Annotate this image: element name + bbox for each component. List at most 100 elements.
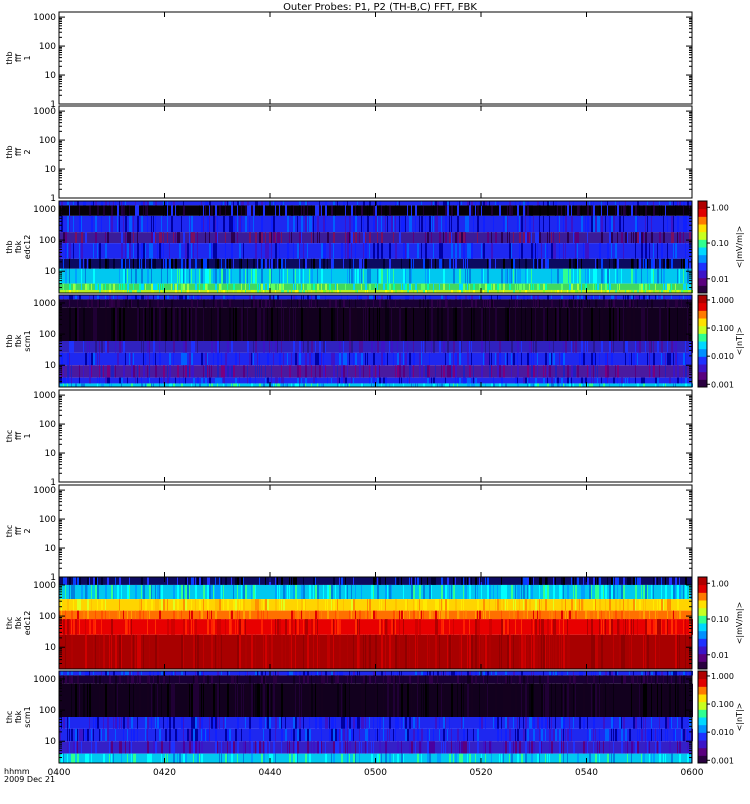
time-bin	[481, 205, 482, 215]
time-bin	[133, 671, 134, 675]
time-bin	[281, 341, 282, 353]
time-bin	[505, 599, 506, 610]
time-bin	[437, 619, 438, 635]
time-bin	[307, 341, 309, 353]
time-bin	[675, 205, 676, 215]
time-bin	[313, 619, 315, 635]
time-bin	[105, 232, 106, 243]
time-bin	[263, 284, 265, 290]
time-bin	[657, 741, 658, 753]
time-bin	[67, 216, 69, 232]
time-bin	[671, 295, 672, 299]
time-bin	[561, 353, 563, 365]
time-bin	[225, 269, 226, 284]
time-bin	[191, 365, 193, 377]
time-bin	[575, 243, 576, 259]
time-bin	[223, 599, 224, 610]
time-bin	[385, 619, 387, 635]
time-bin	[687, 729, 688, 741]
time-bin	[657, 577, 658, 585]
time-bin	[253, 599, 255, 610]
time-bin	[131, 754, 132, 763]
time-bin	[665, 577, 666, 585]
time-bin	[269, 341, 270, 353]
time-bin	[453, 269, 455, 284]
time-bin	[69, 284, 71, 290]
time-bin	[303, 383, 305, 387]
colorbar-swatch	[698, 646, 707, 654]
time-bin	[433, 341, 435, 353]
time-bin	[147, 754, 149, 763]
time-bin	[435, 216, 437, 232]
time-bin	[611, 299, 612, 307]
time-bin	[275, 295, 277, 299]
time-bin	[439, 243, 441, 259]
time-bin	[577, 243, 578, 259]
time-bin	[631, 232, 632, 243]
time-bin	[603, 383, 605, 387]
time-bin	[507, 353, 508, 365]
time-bin	[323, 341, 325, 353]
time-bin	[163, 259, 164, 269]
time-bin	[607, 269, 609, 284]
time-bin	[531, 577, 533, 585]
time-bin	[673, 365, 675, 377]
time-bin	[445, 741, 446, 753]
colorbar-swatch	[698, 216, 707, 224]
time-bin	[587, 619, 588, 635]
time-bin	[301, 675, 303, 683]
time-bin	[221, 284, 222, 290]
time-bin	[231, 577, 232, 585]
time-bin	[663, 295, 665, 299]
time-bin	[503, 754, 504, 763]
time-bin	[211, 383, 213, 387]
time-bin	[237, 216, 238, 232]
time-bin	[609, 585, 611, 599]
time-bin	[83, 365, 84, 377]
time-bin	[283, 378, 284, 384]
time-bin	[279, 353, 281, 365]
time-bin	[237, 717, 239, 729]
time-bin	[397, 577, 399, 585]
time-bin	[515, 269, 516, 284]
time-bin	[399, 216, 400, 232]
time-bin	[225, 201, 226, 205]
time-bin	[301, 232, 302, 243]
time-bin	[333, 243, 334, 259]
time-bin	[301, 341, 302, 353]
time-bin	[437, 299, 438, 307]
time-bin	[267, 611, 268, 620]
time-bin	[185, 365, 187, 377]
time-bin	[219, 205, 221, 215]
time-bin	[621, 741, 623, 753]
time-bin	[375, 635, 377, 669]
time-bin	[603, 269, 604, 284]
time-bin	[449, 284, 450, 290]
time-bin	[657, 675, 658, 683]
time-bin	[597, 216, 599, 232]
time-bin	[515, 308, 516, 341]
time-bin	[67, 299, 68, 307]
time-bin	[293, 717, 295, 729]
time-bin	[599, 308, 600, 341]
time-bin	[603, 717, 605, 729]
time-bin	[639, 232, 641, 243]
time-bin	[195, 619, 197, 635]
time-bin	[669, 284, 670, 290]
time-bin	[147, 216, 148, 232]
time-bin	[491, 741, 492, 753]
time-bin	[403, 717, 404, 729]
time-bin	[105, 284, 106, 290]
time-bin	[73, 577, 75, 585]
time-bin	[535, 619, 537, 635]
time-bin	[259, 205, 260, 215]
time-bin	[235, 729, 237, 741]
time-bin	[479, 201, 480, 205]
time-bin	[523, 205, 525, 215]
time-bin	[553, 671, 554, 675]
time-bin	[175, 205, 176, 215]
time-bin	[63, 675, 64, 683]
time-bin	[355, 754, 356, 763]
time-bin	[497, 717, 499, 729]
time-bin	[523, 378, 525, 384]
